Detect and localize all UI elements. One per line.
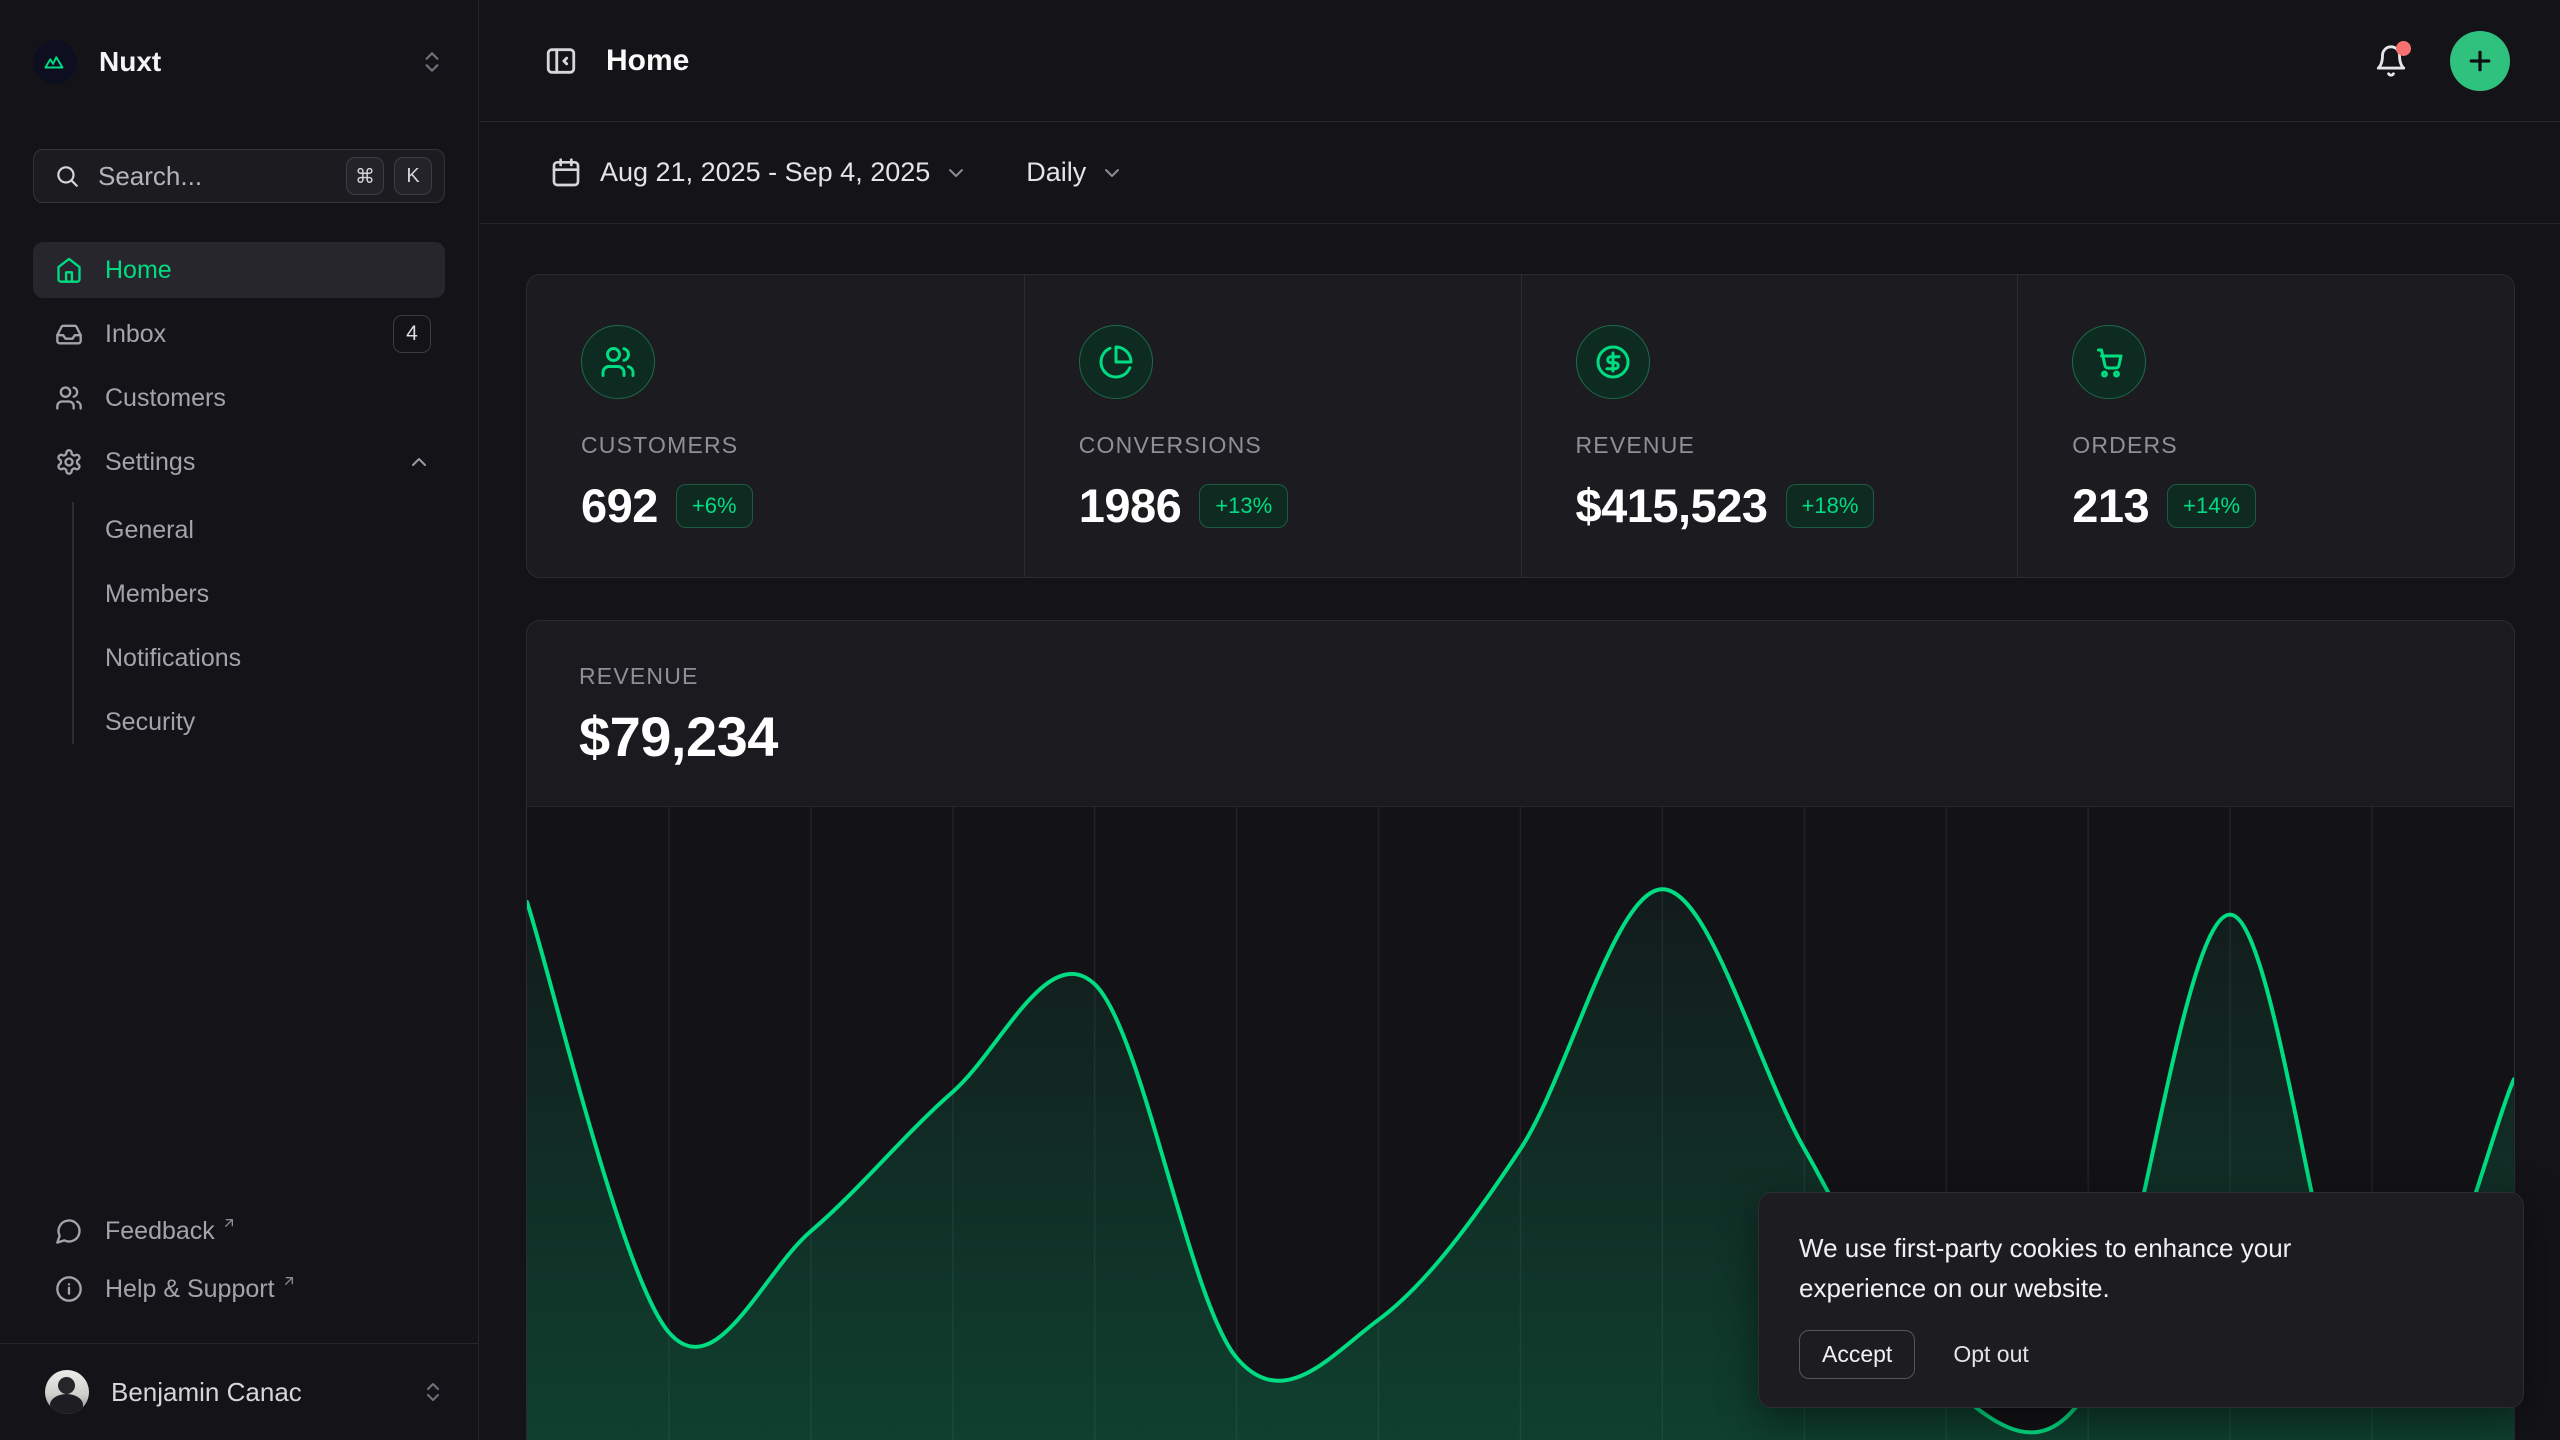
stat-delta-badge: +6% xyxy=(676,484,753,528)
external-link-icon xyxy=(221,1215,237,1231)
search-input[interactable]: Search... ⌘ K xyxy=(33,149,445,203)
stat-value: $415,523 xyxy=(1576,478,1768,533)
add-button[interactable] xyxy=(2450,31,2510,91)
stat-card-revenue[interactable]: REVENUE $415,523 +18% xyxy=(1521,275,2018,577)
stat-value: 692 xyxy=(581,478,658,533)
header-actions xyxy=(2374,31,2510,91)
help-support-link[interactable]: Help & Support xyxy=(33,1260,445,1318)
sidebar-item-members[interactable]: Members xyxy=(105,562,445,626)
inbox-count-badge: 4 xyxy=(393,315,431,353)
sidebar-item-label: Members xyxy=(105,580,209,609)
calendar-icon xyxy=(550,157,582,189)
sidebar-item-label: General xyxy=(105,516,194,545)
stat-label: CUSTOMERS xyxy=(581,432,1024,459)
feedback-label: Feedback xyxy=(105,1217,215,1246)
nuxt-logo xyxy=(33,40,77,84)
stat-label: REVENUE xyxy=(1576,432,2018,459)
sidebar-item-label: Inbox xyxy=(105,320,166,349)
date-range-picker[interactable]: Aug 21, 2025 - Sep 4, 2025 xyxy=(600,157,930,188)
settings-children: General Members Notifications Security xyxy=(33,498,445,754)
cookie-banner: We use first-party cookies to enhance yo… xyxy=(1758,1192,2524,1408)
inbox-icon xyxy=(55,320,83,348)
workspace-switcher[interactable]: Nuxt xyxy=(33,30,445,94)
accept-button[interactable]: Accept xyxy=(1799,1330,1915,1379)
stat-card-orders[interactable]: ORDERS 213 +14% xyxy=(2017,275,2514,577)
notifications-button[interactable] xyxy=(2374,44,2408,78)
stat-label: CONVERSIONS xyxy=(1079,432,1521,459)
stat-value: 213 xyxy=(2072,478,2149,533)
kbd-k: K xyxy=(394,157,432,195)
search-icon xyxy=(54,163,80,189)
sidebar-item-label: Customers xyxy=(105,384,226,413)
stat-label: ORDERS xyxy=(2072,432,2514,459)
search-shortcut: ⌘ K xyxy=(346,157,432,195)
home-icon xyxy=(55,256,83,284)
kbd-meta: ⌘ xyxy=(346,157,384,195)
page-title: Home xyxy=(606,44,689,78)
search-placeholder: Search... xyxy=(98,161,202,192)
sidebar-divider xyxy=(0,1343,478,1344)
sidebar-item-customers[interactable]: Customers xyxy=(33,370,445,426)
chevrons-up-down-icon[interactable] xyxy=(419,49,445,75)
user-name: Benjamin Canac xyxy=(111,1377,302,1408)
period-select[interactable]: Daily xyxy=(1026,157,1086,188)
filters-bar: Aug 21, 2025 - Sep 4, 2025 Daily xyxy=(480,122,2560,224)
sidebar-nav: Home Inbox 4 Customers Settings General … xyxy=(33,242,445,754)
chevron-up-icon xyxy=(407,450,431,474)
external-link-icon xyxy=(281,1273,297,1289)
cookie-actions: Accept Opt out xyxy=(1799,1330,2483,1379)
stat-delta-badge: +14% xyxy=(2167,484,2256,528)
sidebar-item-general[interactable]: General xyxy=(105,498,445,562)
sidebar-item-label: Settings xyxy=(105,448,195,477)
revenue-label: REVENUE xyxy=(579,663,2514,690)
plus-icon xyxy=(2465,46,2495,76)
chevron-down-icon[interactable] xyxy=(944,161,968,185)
stat-card-conversions[interactable]: CONVERSIONS 1986 +13% xyxy=(1024,275,1521,577)
stat-card-customers[interactable]: CUSTOMERS 692 +6% xyxy=(527,275,1024,577)
feedback-link[interactable]: Feedback xyxy=(33,1202,445,1260)
chevron-down-icon[interactable] xyxy=(1100,161,1124,185)
sidebar-item-security[interactable]: Security xyxy=(105,690,445,754)
cart-icon xyxy=(2072,325,2146,399)
notification-dot xyxy=(2396,41,2411,56)
page-header: Home xyxy=(480,0,2560,122)
sidebar-item-label: Security xyxy=(105,708,195,737)
sidebar: Nuxt Search... ⌘ K Home Inbox 4 Customer… xyxy=(0,0,479,1440)
users-icon xyxy=(581,325,655,399)
cookie-message: We use first-party cookies to enhance yo… xyxy=(1799,1228,2409,1308)
sidebar-item-notifications[interactable]: Notifications xyxy=(105,626,445,690)
revenue-chart-header: REVENUE $79,234 xyxy=(527,621,2514,806)
sidebar-item-inbox[interactable]: Inbox 4 xyxy=(33,306,445,362)
dollar-circle-icon xyxy=(1576,325,1650,399)
users-icon xyxy=(55,384,83,412)
collapse-sidebar-icon[interactable] xyxy=(544,44,578,78)
chat-bubble-icon xyxy=(55,1217,83,1245)
chevrons-up-down-icon xyxy=(421,1380,445,1404)
info-circle-icon xyxy=(55,1275,83,1303)
stats-cards: CUSTOMERS 692 +6% CONVERSIONS 1986 +13% … xyxy=(526,274,2515,578)
sidebar-item-settings[interactable]: Settings xyxy=(33,434,445,490)
sidebar-item-label: Notifications xyxy=(105,644,241,673)
sidebar-item-home[interactable]: Home xyxy=(33,242,445,298)
sidebar-item-label: Home xyxy=(105,256,172,285)
sidebar-footer: Feedback Help & Support xyxy=(33,1202,445,1318)
avatar xyxy=(45,1370,89,1414)
revenue-total: $79,234 xyxy=(579,704,2514,769)
gear-icon xyxy=(55,448,83,476)
stat-delta-badge: +18% xyxy=(1786,484,1875,528)
workspace-name: Nuxt xyxy=(99,46,161,78)
opt-out-button[interactable]: Opt out xyxy=(1953,1341,2028,1368)
stat-value: 1986 xyxy=(1079,478,1182,533)
pie-chart-icon xyxy=(1079,325,1153,399)
user-menu[interactable]: Benjamin Canac xyxy=(33,1360,445,1424)
help-support-label: Help & Support xyxy=(105,1275,275,1304)
stat-delta-badge: +13% xyxy=(1199,484,1288,528)
